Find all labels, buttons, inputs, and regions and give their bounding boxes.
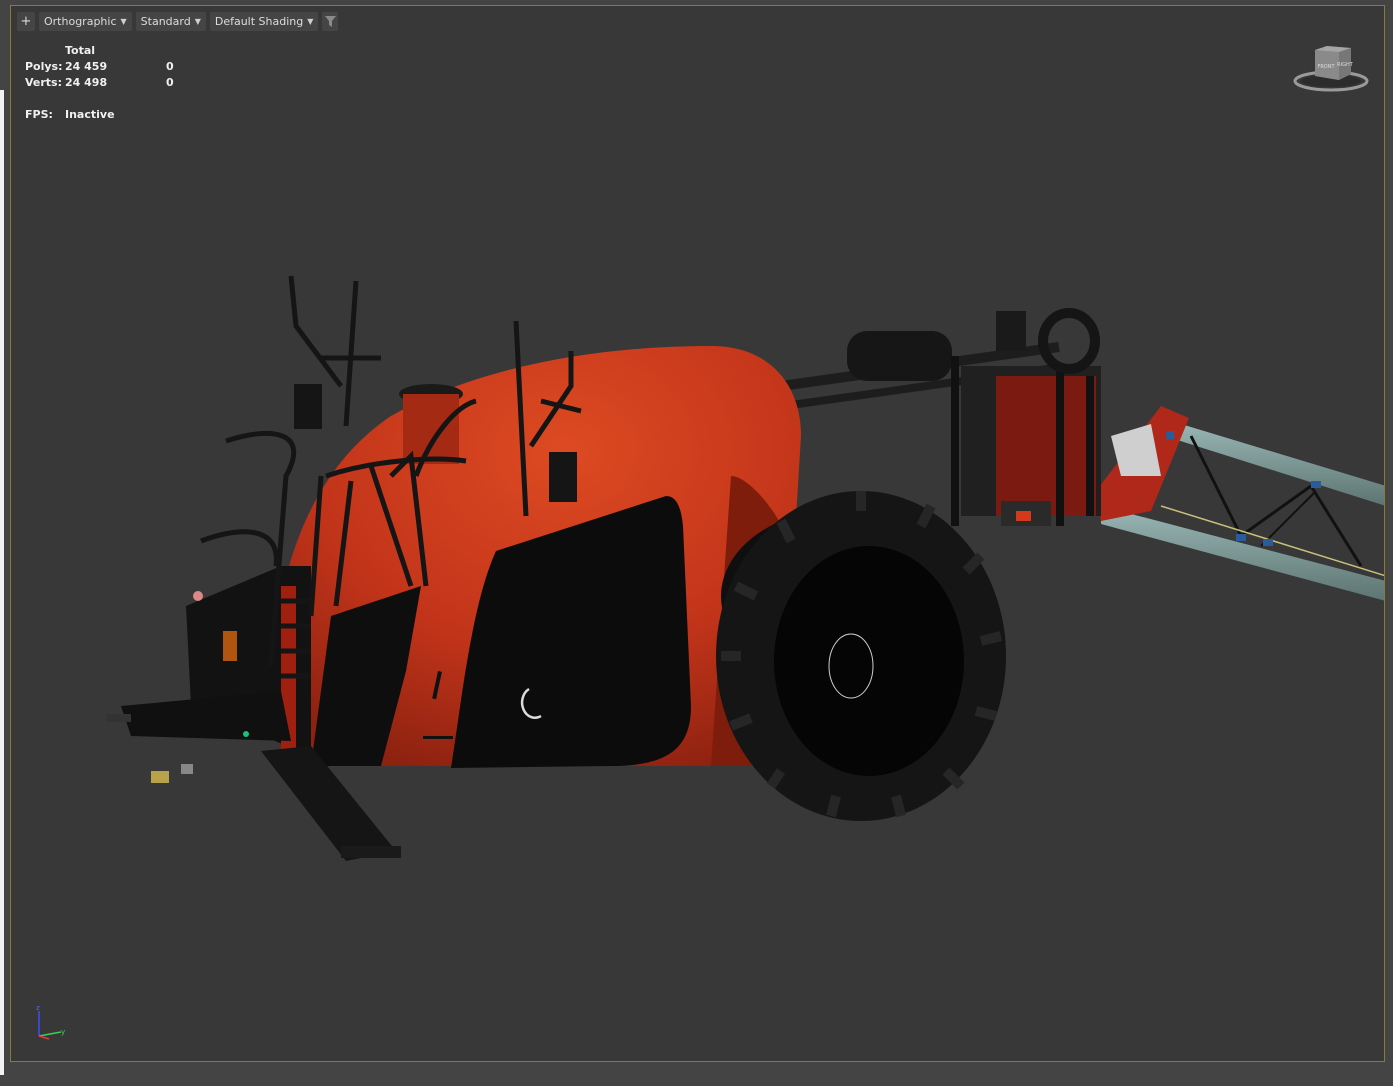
axis-z-label: z	[36, 1004, 40, 1012]
perspective-viewport[interactable]: + Orthographic ▼ Standard ▼ Default Shadin…	[10, 5, 1385, 1062]
viewcube-right-face[interactable]: RIGHT	[1337, 62, 1354, 68]
viewport-menu: + Orthographic ▼ Standard ▼ Default Shadin…	[17, 12, 339, 31]
verts-selected: 0	[166, 76, 174, 89]
chevron-down-icon: ▼	[307, 17, 314, 26]
axis-tripod: z y	[36, 1004, 65, 1040]
rear-wheel	[716, 491, 1006, 821]
viewcube[interactable]: FRONT RIGHT	[1293, 44, 1369, 94]
display-mode-menu-button[interactable]: Standard ▼	[135, 12, 206, 31]
rear-frame	[781, 308, 1101, 526]
shading-menu-button[interactable]: Default Shading ▼	[209, 12, 319, 31]
chevron-down-icon: ▼	[120, 17, 127, 26]
fps-label: FPS:	[25, 108, 53, 121]
spray-boom	[1096, 406, 1384, 601]
side-box	[549, 452, 577, 502]
axis-y-label: y	[61, 1028, 65, 1036]
viewcube-front-face[interactable]: FRONT	[1317, 64, 1335, 70]
polys-selected: 0	[166, 60, 174, 73]
statistics-overlay: Total Polys: 24 459 0 Verts: 24 498 0 FP…	[25, 43, 206, 123]
mirror	[294, 384, 322, 429]
chevron-down-icon: ▼	[194, 17, 201, 26]
viewport-general-menu-button[interactable]: +	[17, 12, 35, 31]
projection-menu-button[interactable]: Orthographic ▼	[39, 12, 132, 31]
polys-total: 24 459	[65, 60, 108, 73]
sprayer-model[interactable]	[11, 6, 1384, 1061]
polys-label: Polys:	[25, 60, 63, 73]
fps-value: Inactive	[65, 108, 115, 121]
verts-total: 24 498	[65, 76, 108, 89]
stats-header: Total	[65, 44, 96, 57]
filter-icon	[324, 16, 336, 27]
filter-button[interactable]	[322, 12, 339, 31]
verts-label: Verts:	[25, 76, 63, 89]
left-panel-edge	[0, 90, 4, 1075]
